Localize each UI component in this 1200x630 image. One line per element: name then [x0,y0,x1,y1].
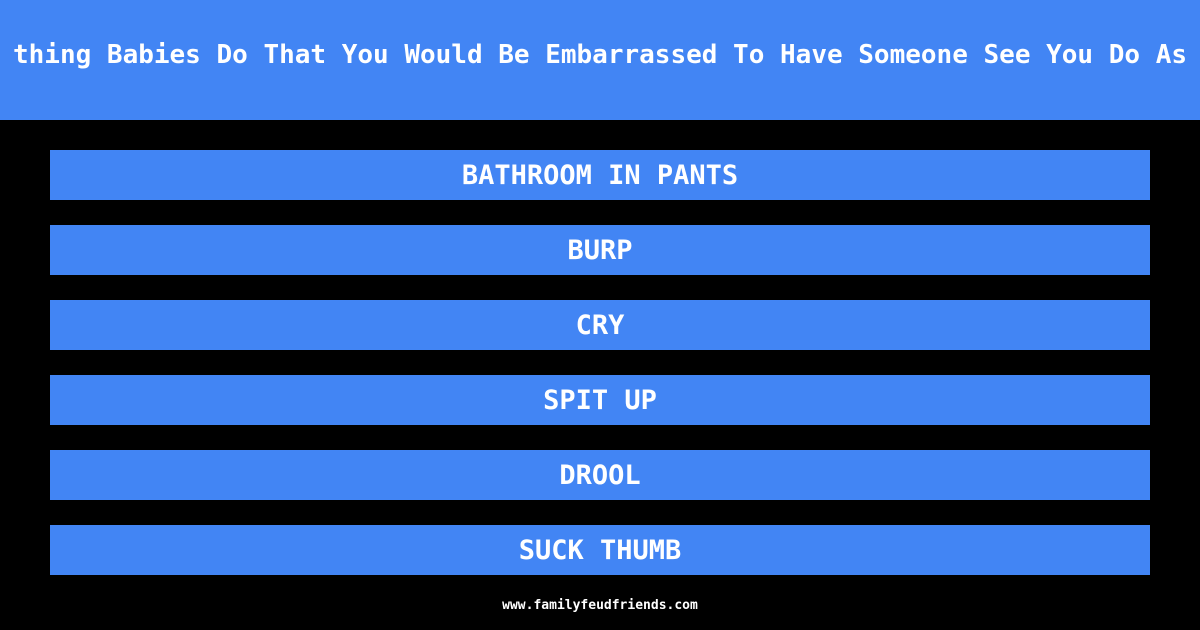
answer-bar[interactable]: DROOL [50,450,1150,500]
answer-label: BURP [567,234,633,266]
answer-list: BATHROOM IN PANTS BURP CRY SPIT UP DROOL… [50,150,1150,600]
answer-bar[interactable]: CRY [50,300,1150,350]
question-header: thing Babies Do That You Would Be Embarr… [0,0,1200,120]
answer-bar[interactable]: SUCK THUMB [50,525,1150,575]
answer-bar[interactable]: BURP [50,225,1150,275]
question-title: thing Babies Do That You Would Be Embarr… [13,40,1187,70]
answer-label: SUCK THUMB [518,534,682,566]
answer-label: SPIT UP [543,384,657,416]
answer-label: BATHROOM IN PANTS [461,159,739,191]
answer-label: DROOL [559,459,641,491]
answer-bar[interactable]: BATHROOM IN PANTS [50,150,1150,200]
answer-label: CRY [575,309,625,341]
answer-bar[interactable]: SPIT UP [50,375,1150,425]
site-url[interactable]: www.familyfeudfriends.com [0,598,1200,613]
